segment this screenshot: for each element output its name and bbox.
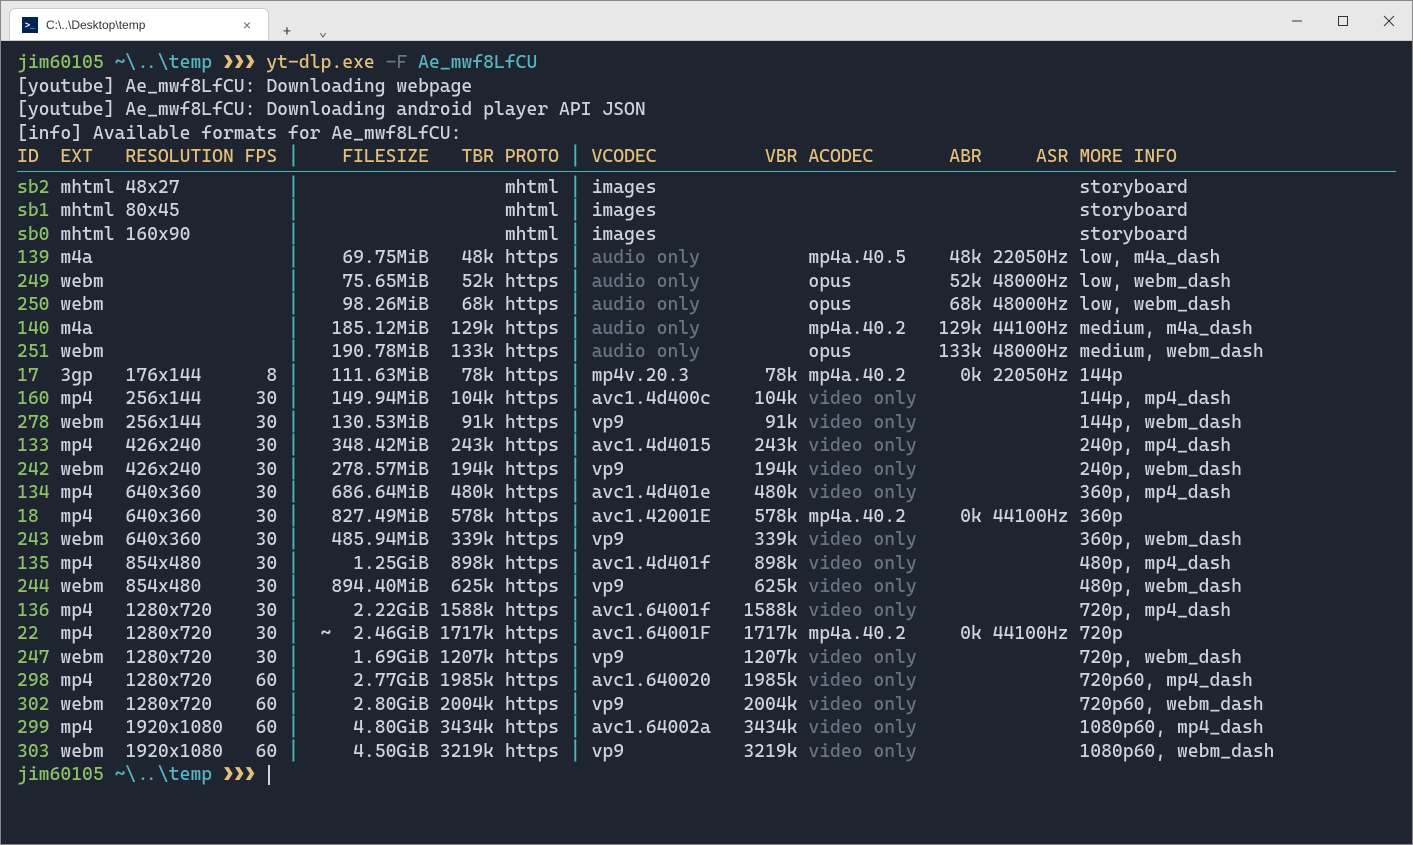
close-tab-icon[interactable]: ×	[238, 17, 256, 33]
tab-active[interactable]: >_ C:\..\Desktop\temp ×	[9, 8, 269, 40]
close-button[interactable]	[1366, 1, 1412, 40]
minimize-button[interactable]	[1274, 1, 1320, 40]
powershell-icon: >_	[22, 17, 38, 33]
window-controls	[1274, 1, 1412, 40]
new-tab-button[interactable]: +	[269, 24, 305, 40]
tab-title: C:\..\Desktop\temp	[46, 18, 145, 32]
tabs: >_ C:\..\Desktop\temp × + ⌄	[1, 1, 341, 40]
terminal-content[interactable]: jim60105 ~\..\temp ❯❯❯ yt-dlp.exe -F Ae_…	[1, 41, 1412, 844]
titlebar-drag-area[interactable]	[341, 1, 1274, 40]
tab-dropdown-icon[interactable]: ⌄	[305, 24, 341, 40]
terminal-window: >_ C:\..\Desktop\temp × + ⌄ jim60105 ~\.…	[0, 0, 1413, 845]
titlebar: >_ C:\..\Desktop\temp × + ⌄	[1, 1, 1412, 41]
maximize-button[interactable]	[1320, 1, 1366, 40]
